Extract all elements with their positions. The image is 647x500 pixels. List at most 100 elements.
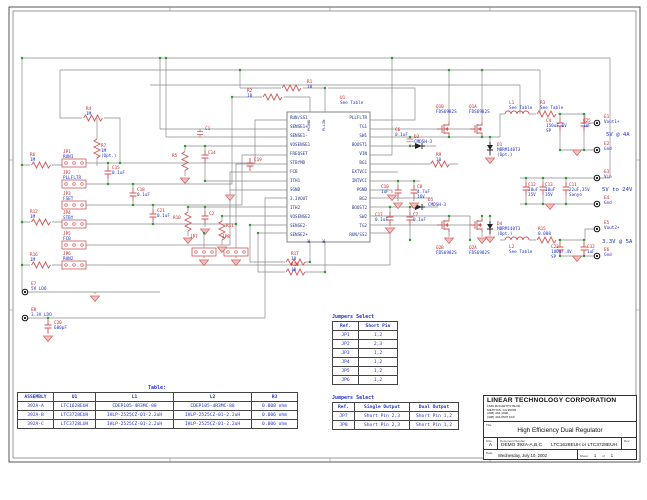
table-cell: 1,2 — [359, 349, 398, 358]
main-table-title: Table: — [17, 385, 297, 391]
c25-label: C251uF — [583, 120, 591, 130]
value: STBY — [63, 217, 73, 222]
ic-pin-name: TG2 — [327, 224, 367, 228]
c19-label: C19 — [254, 159, 262, 164]
ic-pin-name: FREQSET — [290, 152, 330, 156]
of-label: of — [602, 454, 605, 458]
t-j1: Ref.Short PinJP11,2JP22,3JP31,2JP41,2JP5… — [332, 321, 398, 385]
r15-label: R150.008 — [538, 228, 551, 238]
refdes: C14 — [208, 152, 216, 157]
e5-label: E5Vout2+ — [604, 222, 620, 232]
c32-label: C321uF — [587, 246, 595, 256]
value: MBRM140T3 (Opt.) — [497, 228, 520, 238]
main-table: ASSEMBLYU1L1L2R3392A-ALTC1628EUHCDEP105-… — [17, 392, 298, 429]
table-cell: 0.006 ohm — [252, 411, 298, 420]
table-cell: IHLP-2525CZ-01-2.2uH — [96, 411, 174, 420]
c21-label: C210.1uF — [157, 210, 170, 220]
value: Gnd — [604, 202, 612, 207]
refdes: R5 — [172, 155, 177, 160]
rev-cell: Rev — [622, 438, 636, 449]
table-header-cell: Single Output — [355, 403, 410, 412]
r17-label: R1710 — [291, 253, 299, 263]
l2-label: L2See Table — [509, 246, 532, 256]
value: Vout2+ — [604, 227, 620, 232]
e2-label: E2Gnd — [604, 143, 612, 153]
ic-pin-name: BG1 — [327, 161, 367, 165]
value: 1M — [86, 113, 91, 118]
q1b-label: Q1BFDS6982S — [436, 106, 457, 116]
e1-label: E1Vout1+ — [604, 116, 620, 126]
ic-pin-name: PLLIN — [321, 114, 326, 131]
table-cell: LTC1628EUH — [54, 402, 96, 411]
c1-label: C1 — [205, 128, 210, 133]
value: 1M — [30, 159, 35, 164]
c20-label: C20680pF — [54, 322, 67, 332]
q2a-label: Q2AFDS6982S — [469, 247, 490, 257]
c6-label: C60.1uF — [395, 129, 408, 139]
sheet-label: Sheet — [580, 454, 588, 458]
table-cell: JP6 — [333, 376, 359, 385]
value: 5V LDO — [31, 288, 47, 293]
value: 1M — [30, 216, 38, 221]
e4-label: E4Gnd — [604, 197, 612, 207]
jumpers2-title: Jumpers Select — [332, 395, 374, 401]
value: FDS6982S — [469, 111, 490, 116]
value: 0.1uF — [413, 219, 426, 224]
title-row: Title High Efficiency Dual Regulator — [484, 422, 636, 438]
value: RUN1 — [63, 156, 73, 161]
value: See Table — [509, 251, 532, 256]
r11-label: R11 — [226, 225, 234, 230]
e6-label: E6Gnd — [604, 249, 612, 259]
c18-label: C180.1uF — [137, 189, 150, 199]
r3-label: R3See Table — [540, 102, 563, 112]
r5-label: R5 — [172, 155, 177, 160]
value: 22uF,35V Sanyo — [569, 189, 590, 199]
jp8-label: JP8 — [222, 236, 230, 241]
r12-label: R121M — [30, 211, 38, 221]
table-cell: Short Pin 2,3 — [355, 421, 410, 430]
ic-pin-name: SW1 — [327, 134, 367, 138]
table-cell: Short Pin 1,2 — [410, 412, 459, 421]
value: 0.1uF — [157, 215, 170, 220]
value: 10 — [291, 269, 299, 274]
value: Vout1+ — [604, 121, 620, 126]
table-cell: 1,2 — [359, 367, 398, 376]
r1-label: R110 — [307, 81, 312, 91]
value: 1uF — [381, 191, 389, 196]
ic-pin-name: PGOOD — [306, 114, 311, 131]
table-cell: IHLP-2525CZ-01-2.2uH — [96, 420, 174, 429]
value: Vin — [604, 176, 612, 181]
ic-pin-name: ITH2 — [290, 206, 330, 210]
table-header-cell: U1 — [54, 393, 96, 402]
table-row: JP7Short Pin 2,3Short Pin 1,2 — [333, 412, 459, 421]
value: 680pF — [54, 327, 67, 332]
size-cell: Size A — [484, 438, 498, 449]
size-value: A — [484, 443, 497, 448]
doc-parts: LTC1628EUH or LTC3728EUH — [551, 443, 617, 448]
e7-label: E75V LDO — [31, 283, 47, 293]
value: 10 — [247, 95, 252, 100]
table-cell: JP2 — [333, 340, 359, 349]
table-header-cell: Ref. — [333, 322, 359, 331]
e8-label: E83.3V LDO — [31, 309, 52, 319]
table-cell: CDEP105-4R3MC-88 — [174, 402, 252, 411]
ic-pin-name: ITH1 — [290, 179, 330, 183]
c10-label: C101uF — [381, 186, 389, 196]
value: 0.1uF — [375, 219, 388, 224]
table-cell: JP5 — [333, 367, 359, 376]
table-header-cell: Short Pin — [359, 322, 398, 331]
c13-label: C1310uF 35V — [545, 184, 555, 199]
schematic-sheet: RUN/SS1SENSE1+SENSE1-VOSENSE1FREQSETSTBY… — [0, 0, 647, 500]
r9-label: R910 — [436, 154, 441, 164]
ic-pin-name: NC — [321, 226, 326, 243]
d2-label: D2CMDSH-3 — [414, 136, 432, 146]
refdes: C1 — [205, 128, 210, 133]
jp7-label: JP7 — [190, 236, 198, 241]
value: See Table — [509, 107, 532, 112]
table-cell: 0.008 ohm — [252, 402, 298, 411]
value: 10uF 35V — [545, 189, 555, 199]
c2-label: C2 — [209, 213, 214, 218]
c14-label: C14 — [208, 152, 216, 157]
value: CMDSH-3 — [428, 204, 446, 209]
table-cell: IHLP-2525CZ-01-2.2uH — [174, 411, 252, 420]
